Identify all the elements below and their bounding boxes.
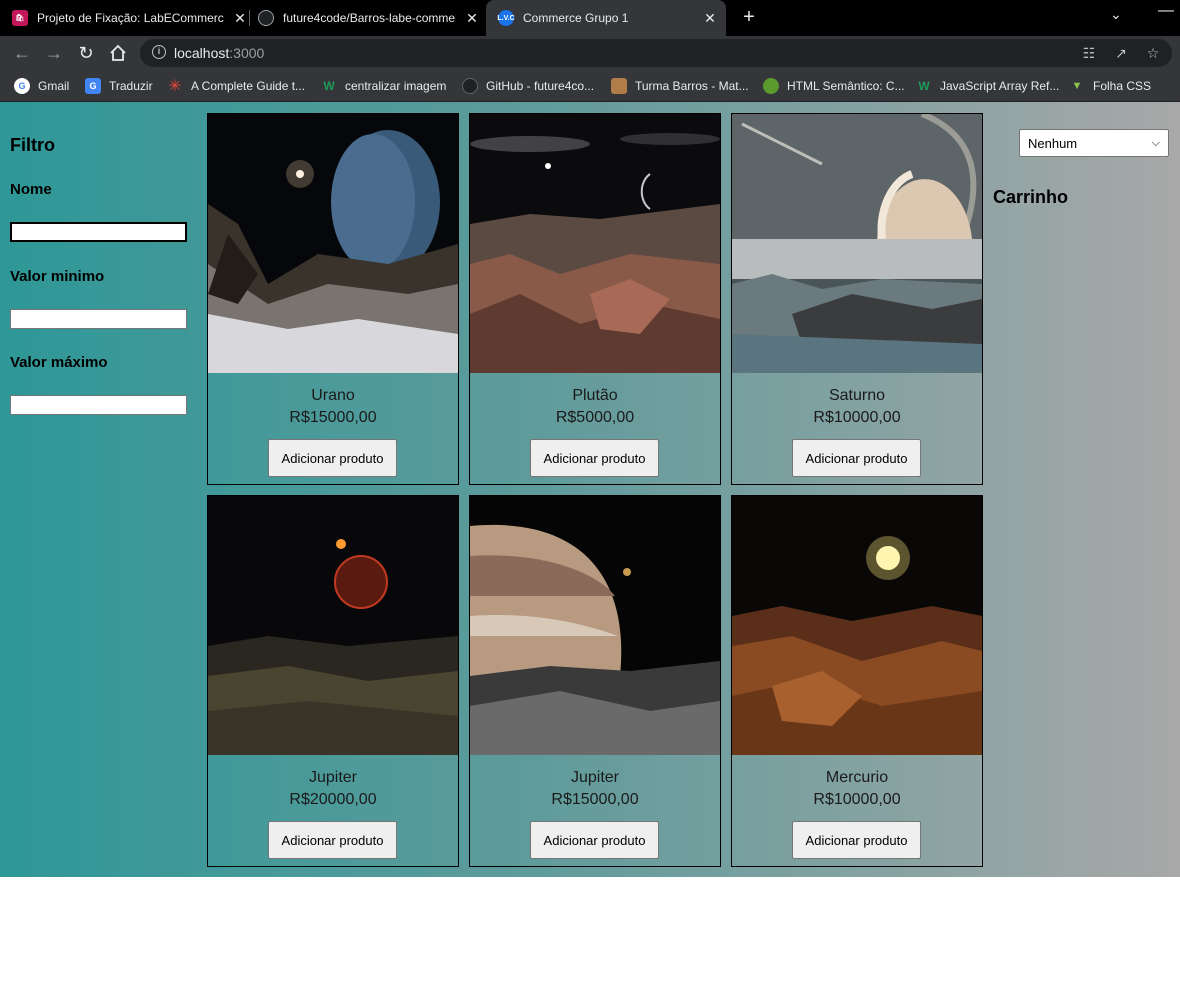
product-price: R$10000,00 bbox=[813, 409, 901, 426]
product-name: Mercurio bbox=[825, 769, 889, 786]
add-product-button[interactable]: Adicionar produto bbox=[530, 439, 659, 477]
product-price: R$20000,00 bbox=[289, 791, 377, 808]
tab-title: Commerce Grupo 1 bbox=[523, 11, 629, 25]
filter-title: Filtro bbox=[10, 135, 55, 155]
product-name: Jupiter bbox=[308, 769, 358, 786]
w-icon: W bbox=[323, 79, 335, 93]
tab-title: future4code/Barros-labe-commerce bbox=[283, 11, 456, 25]
product-image-mercurio bbox=[732, 496, 982, 755]
product-card: Mercurio R$10000,00 Adicionar produto bbox=[731, 495, 983, 867]
browser-tab-bar: 🛍 Projeto de Fixação: LabECommerce ✕ fut… bbox=[0, 0, 1180, 36]
bookmarks-bar: G Gmail G Traduzir ✳ A Complete Guide t.… bbox=[0, 70, 1180, 102]
product-price: R$15000,00 bbox=[551, 791, 639, 808]
product-card: Jupiter R$20000,00 Adicionar produto bbox=[207, 495, 459, 867]
forward-arrow-icon[interactable]: → bbox=[42, 41, 66, 65]
bookmark-complete-guide[interactable]: ✳ A Complete Guide t... bbox=[167, 77, 305, 95]
globe-icon bbox=[763, 78, 779, 94]
sort-select[interactable]: Nenhum ⌵ bbox=[1019, 129, 1169, 157]
reload-icon[interactable]: ↻ bbox=[74, 41, 98, 65]
url-text: localhost:3000 bbox=[174, 45, 265, 61]
product-card: Plutão R$5000,00 Adicionar produto bbox=[469, 113, 721, 485]
github-icon bbox=[462, 78, 478, 94]
browser-toolbar: ← → ↻ i localhost:3000 ☷ ↗ ☆ bbox=[0, 36, 1180, 70]
product-card: Saturno R$10000,00 Adicionar produto bbox=[731, 113, 983, 485]
chevron-down-icon: ⌵ bbox=[1151, 136, 1160, 149]
asterisk-icon: ✳ bbox=[168, 78, 182, 95]
bookmark-github[interactable]: GitHub - future4co... bbox=[462, 77, 594, 95]
add-product-button[interactable]: Adicionar produto bbox=[268, 821, 397, 859]
bookmark-html-semantico[interactable]: HTML Semântico: C... bbox=[763, 77, 905, 95]
tab-search-chevron-icon[interactable]: ⌄ bbox=[1110, 6, 1122, 23]
max-value-label: Valor máximo bbox=[10, 354, 108, 371]
new-tab-button[interactable]: + bbox=[738, 6, 760, 28]
bookmark-gmail[interactable]: G Gmail bbox=[14, 77, 69, 95]
add-product-button[interactable]: Adicionar produto bbox=[792, 821, 921, 859]
product-card: Jupiter R$15000,00 Adicionar produto bbox=[469, 495, 721, 867]
browser-tab-3[interactable]: L.V.C Commerce Grupo 1 ✕ bbox=[486, 0, 726, 36]
cart-title: Carrinho bbox=[993, 187, 1069, 207]
add-product-button[interactable]: Adicionar produto bbox=[268, 439, 397, 477]
product-image-jupiter-1 bbox=[208, 496, 458, 755]
product-image-saturno bbox=[732, 114, 982, 373]
product-price: R$15000,00 bbox=[289, 409, 377, 426]
product-price: R$10000,00 bbox=[813, 791, 901, 808]
add-product-button[interactable]: Adicionar produto bbox=[792, 439, 921, 477]
name-filter-input[interactable] bbox=[10, 222, 187, 242]
triangle-icon: ▼ bbox=[1071, 80, 1083, 92]
browser-tab-2[interactable]: future4code/Barros-labe-commerce ✕ bbox=[258, 0, 480, 36]
avatar-icon bbox=[611, 78, 627, 94]
site-info-icon[interactable]: i bbox=[152, 45, 166, 59]
bookmark-star-icon[interactable]: ☆ bbox=[1144, 44, 1162, 62]
product-name: Saturno bbox=[828, 387, 886, 404]
lvc-icon: L.V.C bbox=[497, 10, 515, 26]
close-tab-icon[interactable]: ✕ bbox=[702, 10, 718, 27]
translate-icon[interactable]: ☷ bbox=[1080, 44, 1098, 62]
close-tab-icon[interactable]: ✕ bbox=[464, 10, 480, 27]
max-value-input[interactable] bbox=[10, 395, 187, 415]
min-value-input[interactable] bbox=[10, 309, 187, 329]
github-icon bbox=[258, 10, 274, 26]
bag-icon: 🛍 bbox=[12, 10, 28, 26]
home-icon[interactable] bbox=[106, 41, 130, 65]
product-card: Urano R$15000,00 Adicionar produto bbox=[207, 113, 459, 485]
share-icon[interactable]: ↗ bbox=[1112, 44, 1130, 62]
minimize-window-icon[interactable]: — bbox=[1158, 2, 1174, 20]
google-icon: G bbox=[14, 78, 30, 94]
min-value-label: Valor minimo bbox=[10, 268, 105, 285]
bookmark-traduzir[interactable]: G Traduzir bbox=[85, 77, 153, 95]
add-product-button[interactable]: Adicionar produto bbox=[530, 821, 659, 859]
product-name: Jupiter bbox=[570, 769, 620, 786]
page-content: Filtro Nome Valor minimo Valor máximo Ur… bbox=[0, 102, 1180, 877]
bookmark-centralizar[interactable]: W centralizar imagem bbox=[321, 77, 446, 95]
product-name: Plutão bbox=[572, 387, 618, 404]
tab-title: Projeto de Fixação: LabECommerce bbox=[37, 11, 224, 25]
product-image-jupiter-2 bbox=[470, 496, 720, 755]
product-name: Urano bbox=[311, 387, 355, 404]
product-price: R$5000,00 bbox=[555, 409, 635, 426]
bookmark-folha-css[interactable]: ▼ Folha CSS bbox=[1069, 77, 1151, 95]
address-bar[interactable]: i localhost:3000 ☷ ↗ ☆ bbox=[140, 39, 1172, 67]
back-arrow-icon[interactable]: ← bbox=[10, 41, 34, 65]
close-tab-icon[interactable]: ✕ bbox=[232, 10, 248, 27]
translate-icon: G bbox=[85, 78, 101, 94]
w-icon: W bbox=[918, 79, 930, 93]
bookmark-js-array[interactable]: W JavaScript Array Ref... bbox=[916, 77, 1059, 95]
product-image-plutao bbox=[470, 114, 720, 373]
bookmark-turma-barros[interactable]: Turma Barros - Mat... bbox=[611, 77, 749, 95]
name-filter-label: Nome bbox=[10, 181, 52, 198]
product-image-urano bbox=[208, 114, 458, 373]
sort-selected-value: Nenhum bbox=[1028, 135, 1078, 151]
browser-tab-1[interactable]: 🛍 Projeto de Fixação: LabECommerce ✕ bbox=[12, 0, 248, 36]
